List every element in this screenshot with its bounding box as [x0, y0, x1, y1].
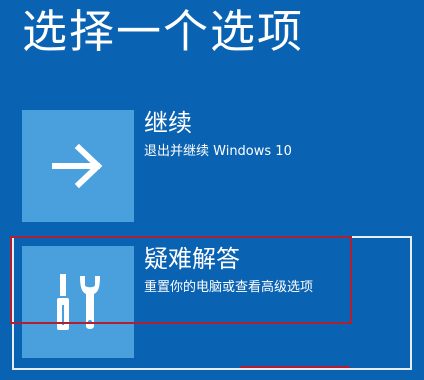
continue-title: 继续 [144, 109, 192, 137]
page-title: 选择一个选项 [22, 5, 305, 58]
troubleshoot-tile[interactable] [22, 246, 134, 358]
continue-description: 退出并继续 Windows 10 [144, 144, 292, 159]
troubleshoot-description: 重置你的电脑或查看高级选项 [144, 280, 314, 295]
continue-option[interactable]: 继续 退出并继续 Windows 10 [12, 100, 412, 234]
tools-icon [57, 274, 100, 330]
troubleshoot-option[interactable]: 疑难解答 重置你的电脑或查看高级选项 [12, 236, 412, 370]
troubleshoot-title: 疑难解答 [144, 245, 240, 273]
arrow-right-icon [52, 143, 103, 189]
continue-tile[interactable] [22, 110, 134, 222]
